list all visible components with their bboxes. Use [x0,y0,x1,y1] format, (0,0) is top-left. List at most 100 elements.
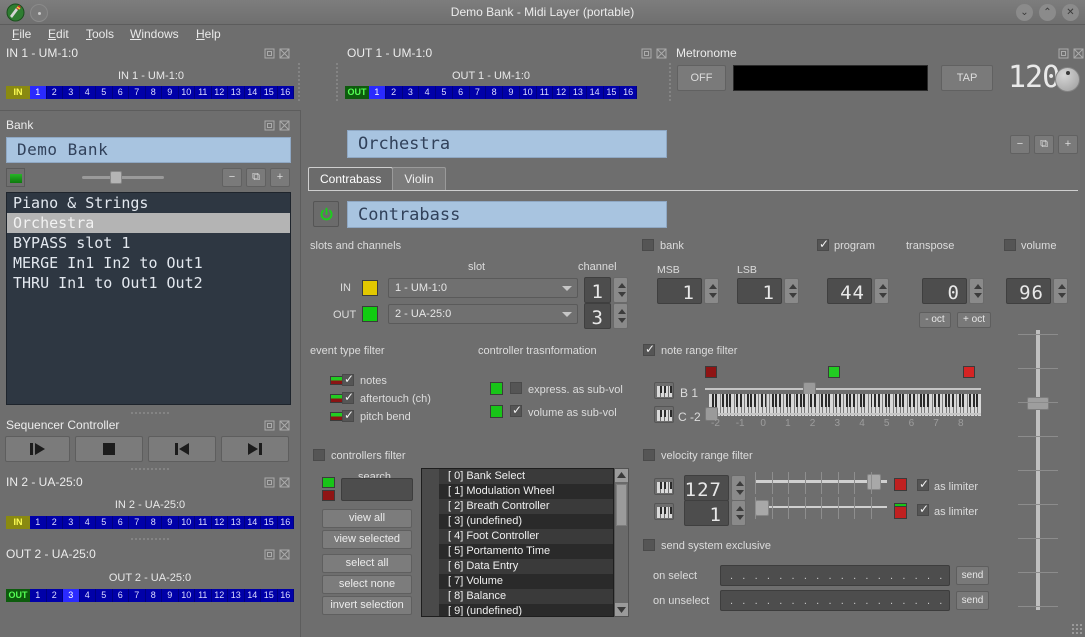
keyboard-icon[interactable] [654,406,674,423]
channel-cell[interactable]: 16 [277,516,294,529]
channel-cell[interactable]: 8 [145,589,162,602]
channel-cell[interactable]: 11 [195,516,212,529]
channel-cell[interactable]: 10 [178,589,195,602]
program-spinner[interactable] [874,278,889,304]
velocity-low-limiter-checkbox[interactable] [917,502,929,516]
bank-active-led[interactable] [6,168,25,187]
note-high-slider[interactable] [705,382,981,396]
keyboard-icon[interactable] [654,503,674,520]
volume-enable-checkbox[interactable] [1004,239,1016,251]
in-channel-spinner[interactable] [613,277,628,303]
controllers-checkbox-column[interactable] [422,469,439,616]
channel-cell[interactable]: 3 [63,516,80,529]
sequencer-play-button[interactable] [5,436,70,462]
bank-add-button[interactable]: + [270,168,290,187]
velocity-range-filter-checkbox[interactable] [643,449,655,461]
dock-splitter-metronome[interactable] [668,62,672,102]
bank-list-item[interactable]: BYPASS slot 1 [7,233,290,253]
channel-cell[interactable]: 13 [228,86,245,99]
in-led[interactable] [362,280,378,296]
channel-strip-in1[interactable]: IN 1 2 3 4 5 6 7 8 9 10 11 12 13 14 15 16 [6,86,294,99]
keyboard-icon[interactable] [654,478,674,495]
controller-list-item[interactable]: [ 7] Volume [439,574,613,589]
controllers-filter-checkbox[interactable] [313,449,325,461]
velocity-high-limiter-checkbox[interactable] [917,477,929,491]
bank-slider[interactable] [82,169,164,185]
channel-cell[interactable]: 13 [570,86,587,99]
keyboard-icon[interactable] [654,382,674,399]
channel-cell[interactable]: 7 [129,589,146,602]
channel-cell[interactable]: 12 [211,589,228,602]
channel-cell[interactable]: 3 [63,86,80,99]
channel-cell[interactable]: 10 [519,86,537,99]
velocity-high-spinner[interactable] [731,475,746,501]
channel-cell[interactable]: 2 [46,516,63,529]
channel-cell[interactable]: 6 [112,86,129,99]
minimize-button[interactable]: ⌄ [1016,4,1033,21]
out-led[interactable] [362,306,378,322]
velocity-high-slider[interactable] [755,472,887,494]
layer-power-button[interactable] [313,201,339,227]
controllers-list[interactable]: [ 0] Bank Select[ 1] Modulation Wheel[ 2… [421,468,614,617]
program-box[interactable]: 44 [827,278,872,304]
channel-cell[interactable]: 11 [195,86,212,99]
notes-checkbox[interactable] [342,372,354,386]
transpose-minus-oct-button[interactable]: - oct [919,312,951,328]
channel-cell[interactable]: 12 [211,516,228,529]
metronome-onoff-button[interactable]: OFF [677,65,726,91]
velocity-high-box[interactable]: 127 [684,475,729,501]
channel-cell[interactable]: 8 [145,516,162,529]
channel-cell[interactable]: 1 [30,516,47,529]
scroll-up-arrow[interactable] [615,469,628,482]
channel-cell[interactable]: 16 [277,86,294,99]
dock-splitter-out2[interactable] [130,537,170,541]
dock-splitter-in2[interactable] [130,467,170,471]
channel-cell[interactable]: 15 [261,589,278,602]
menu-tools[interactable]: Tools [82,26,118,42]
bank-list-item[interactable]: MERGE In1 In2 to Out1 [7,253,290,273]
pitchbend-checkbox[interactable] [342,408,354,422]
velocity-low-slider[interactable] [755,497,887,519]
channel-cell[interactable]: 9 [162,589,179,602]
float-icon[interactable] [264,549,275,560]
channel-cell[interactable]: 5 [96,86,113,99]
close-icon[interactable] [1073,48,1084,59]
express-led[interactable] [490,382,503,395]
select-none-button[interactable]: select none [322,575,412,594]
sequencer-forward-button[interactable] [221,436,289,462]
dock-splitter-sequencer[interactable] [130,411,170,415]
channel-cell[interactable]: 11 [536,86,554,99]
close-icon[interactable] [279,120,290,131]
channel-cell[interactable]: 7 [469,86,487,99]
menu-edit[interactable]: Edit [44,26,73,42]
transpose-box[interactable]: 0 [922,278,967,304]
channel-cell[interactable]: 6 [112,516,129,529]
channel-strip-out2[interactable]: OUT 1 2 3 4 5 6 7 8 9 10 11 12 13 14 15 16 [6,589,294,602]
scroll-down-arrow[interactable] [615,603,628,616]
on-select-send-button[interactable]: send [956,566,989,585]
express-as-subvol-checkbox[interactable] [510,382,522,394]
dock-splitter-in1[interactable] [297,62,301,102]
controller-list-item[interactable]: [ 0] Bank Select [439,469,613,484]
select-all-button[interactable]: select all [322,554,412,573]
channel-cell[interactable]: 5 [436,86,453,99]
controller-list-item[interactable]: [ 8] Balance [439,589,613,604]
channel-cell[interactable]: 9 [503,86,520,99]
bank-duplicate-button[interactable]: ⧉ [246,168,266,187]
channel-cell[interactable]: 16 [620,86,637,99]
metronome-tap-button[interactable]: TAP [941,65,993,91]
channel-cell[interactable]: 5 [96,516,113,529]
bank-name-field[interactable]: Demo Bank [6,137,291,163]
velocity-low-box[interactable]: 1 [684,500,729,526]
view-selected-button[interactable]: view selected [322,530,412,549]
channel-cell[interactable]: 4 [79,86,96,99]
channel-cell[interactable]: 13 [228,589,245,602]
sequencer-rewind-button[interactable] [148,436,216,462]
sequencer-stop-button[interactable] [75,436,143,462]
aftertouch-checkbox[interactable] [342,390,354,404]
close-icon[interactable] [656,48,667,59]
transpose-plus-oct-button[interactable]: + oct [957,312,991,328]
controllers-scrollbar[interactable] [614,468,629,617]
preset-duplicate-button[interactable]: ⧉ [1034,135,1054,154]
close-button[interactable]: ✕ [1062,4,1079,21]
